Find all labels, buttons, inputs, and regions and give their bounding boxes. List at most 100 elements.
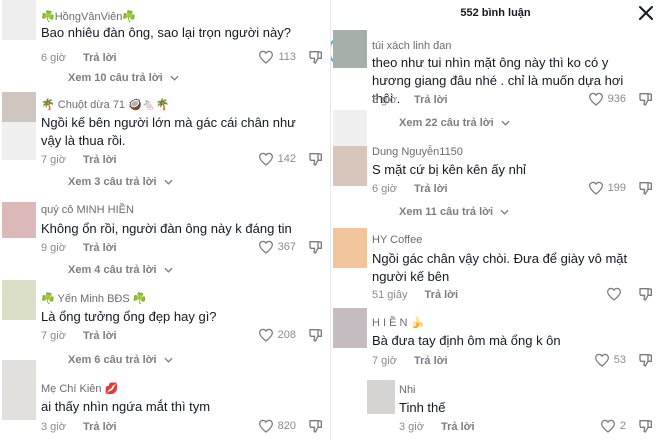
comment-item: 🌴 Chuột dừa 71 🥥🐁🌴 Ngồi kế bên người lớn… [0, 92, 330, 188]
comment-meta: 8 giờ Trả lời [372, 94, 448, 106]
thumbs-down-icon[interactable] [308, 151, 324, 167]
thumbs-down-icon[interactable] [308, 49, 324, 65]
view-replies-button[interactable]: Xem 3 câu trả lời [68, 176, 173, 188]
like-count: 936 [607, 93, 626, 105]
comment-item: quý cô MINH HIỀN Không ổn rồi, người đàn… [0, 198, 330, 278]
view-replies-label: Xem 22 câu trả lời [399, 117, 494, 129]
reply-button[interactable]: Trả lời [414, 94, 448, 106]
avatar[interactable] [2, 202, 36, 238]
left-comment-panel: ☘️HồngVânViên☘️ Bao nhiêu đàn ông, sao l… [0, 0, 330, 440]
comment-username[interactable]: HY Coffee [372, 234, 422, 246]
thumbs-down-icon[interactable] [638, 418, 654, 434]
thumbs-down-icon[interactable] [638, 180, 654, 196]
view-replies-button[interactable]: Xem 4 câu trả lời [68, 264, 173, 276]
like-count: 208 [277, 329, 296, 341]
view-replies-label: Xem 11 câu trả lời [399, 206, 494, 218]
avatar[interactable] [367, 380, 395, 414]
comment-item: Mẹ Chí Kiên 💋 ai thấy nhìn ngứa mắt thì … [0, 360, 330, 440]
comment-meta: 6 giờ Trả lời [372, 183, 448, 195]
comment-username[interactable]: H I Ề N 🍌 [372, 316, 424, 329]
comment-time: 3 giờ [399, 421, 424, 433]
reply-button[interactable]: Trả lời [425, 289, 459, 301]
avatar[interactable] [333, 30, 367, 68]
comment-username[interactable]: túi xách linh đan [372, 40, 452, 52]
view-replies-button[interactable]: Xem 6 câu trả lời [68, 354, 173, 366]
thumbs-down-icon[interactable] [308, 418, 324, 434]
like-button[interactable]: 367 [258, 240, 296, 254]
like-button[interactable]: 142 [258, 152, 296, 166]
comment-meta: 7 giờ Trả lời [372, 355, 448, 367]
chevron-down-icon [164, 267, 173, 273]
comment-text: Tinh thế [399, 400, 446, 415]
comment-time: 9 giờ [41, 242, 66, 254]
like-button[interactable]: 199 [588, 181, 626, 195]
avatar[interactable] [2, 280, 36, 320]
comment-username[interactable]: ☘️ Yến Minh BĐS ☘️ [41, 292, 146, 305]
reply-button[interactable]: Trả lời [414, 355, 448, 367]
comment-meta: 51 giây Trả lời [372, 289, 458, 301]
avatar-spacer [2, 122, 36, 160]
thumbs-down-icon[interactable] [638, 91, 654, 107]
comment-time: 6 giờ [372, 183, 397, 195]
view-replies-button[interactable]: Xem 11 câu trả lời [399, 206, 509, 218]
comment-text: Không ổn rồi, người đàn ông này k đáng t… [41, 221, 292, 236]
comment-username[interactable]: Nhi [399, 384, 416, 396]
reply-button[interactable]: Trả lời [83, 330, 117, 342]
heart-outline-icon [588, 181, 603, 195]
like-button[interactable]: 113 [258, 50, 296, 64]
heart-outline-icon [258, 328, 273, 342]
like-button[interactable]: 820 [258, 419, 296, 433]
comment-item: túi xách linh đan theo như tui nhìn mặt … [331, 30, 660, 130]
like-count: 367 [277, 241, 296, 253]
close-icon[interactable] [638, 5, 654, 21]
comment-username[interactable]: ☘️HồngVânViên☘️ [41, 10, 136, 23]
reply-button[interactable]: Trả lời [414, 183, 448, 195]
avatar[interactable] [2, 92, 36, 122]
comment-time: 8 giờ [372, 94, 397, 106]
right-comment-panel: 552 bình luận túi xách linh đan theo như… [331, 0, 660, 440]
avatar[interactable] [333, 308, 367, 348]
thumbs-down-icon[interactable] [308, 327, 324, 343]
avatar-spacer [333, 110, 367, 146]
comment-username[interactable]: Mẹ Chí Kiên 💋 [41, 382, 118, 395]
view-replies-label: Xem 10 câu trả lời [68, 72, 163, 84]
heart-outline-icon [258, 152, 273, 166]
like-count: 2 [619, 420, 626, 432]
thumbs-down-icon[interactable] [638, 286, 654, 302]
avatar[interactable] [333, 228, 367, 268]
reply-button[interactable]: Trả lời [441, 421, 475, 433]
comment-item: Dung Nguyễn1150 S mặt cứ bị kên kên ấy n… [331, 146, 660, 226]
view-replies-label: Xem 6 câu trả lời [68, 354, 157, 366]
avatar[interactable] [2, 360, 36, 420]
like-count: 199 [607, 182, 626, 194]
like-button[interactable]: 208 [258, 328, 296, 342]
like-button[interactable]: 936 [588, 92, 626, 106]
view-replies-button[interactable]: Xem 22 câu trả lời [399, 117, 510, 129]
reply-button[interactable]: Trả lời [83, 242, 117, 254]
heart-outline-icon [588, 92, 603, 106]
thumbs-down-icon[interactable] [308, 239, 324, 255]
comment-item: H I Ề N 🍌 Bà đưa tay định ôm mà ổng k ôn… [331, 308, 660, 374]
reply-button[interactable]: Trả lời [83, 154, 117, 166]
comment-text: Ngồi kế bên người lớn mà gác cái chân nh… [41, 115, 296, 148]
comment-username[interactable]: 🌴 Chuột dừa 71 🥥🐁🌴 [41, 98, 169, 111]
reply-button[interactable]: Trả lời [83, 52, 117, 64]
comment-username[interactable]: quý cô MINH HIỀN [41, 204, 134, 216]
like-button[interactable]: 2 [600, 419, 626, 433]
comment-time: 7 giờ [41, 154, 66, 166]
like-count: 142 [277, 153, 296, 165]
comment-text: Bà đưa tay định ôm mà ổng k ôn [372, 333, 561, 348]
comment-text: Bao nhiêu đàn ông, sao lại trọn người nà… [41, 25, 291, 40]
thumbs-down-icon[interactable] [638, 352, 654, 368]
like-count: 53 [613, 354, 626, 366]
comment-username[interactable]: Dung Nguyễn1150 [372, 146, 463, 158]
chevron-down-icon [500, 209, 509, 215]
reply-button[interactable]: Trả lời [83, 421, 117, 433]
comment-time: 51 giây [372, 289, 408, 301]
heart-outline-icon [259, 50, 274, 64]
like-button[interactable]: 53 [594, 353, 626, 367]
view-replies-button[interactable]: Xem 10 câu trả lời [68, 72, 179, 84]
like-button[interactable] [606, 287, 626, 301]
comment-time: 7 giờ [372, 355, 397, 367]
avatar[interactable] [333, 146, 367, 186]
